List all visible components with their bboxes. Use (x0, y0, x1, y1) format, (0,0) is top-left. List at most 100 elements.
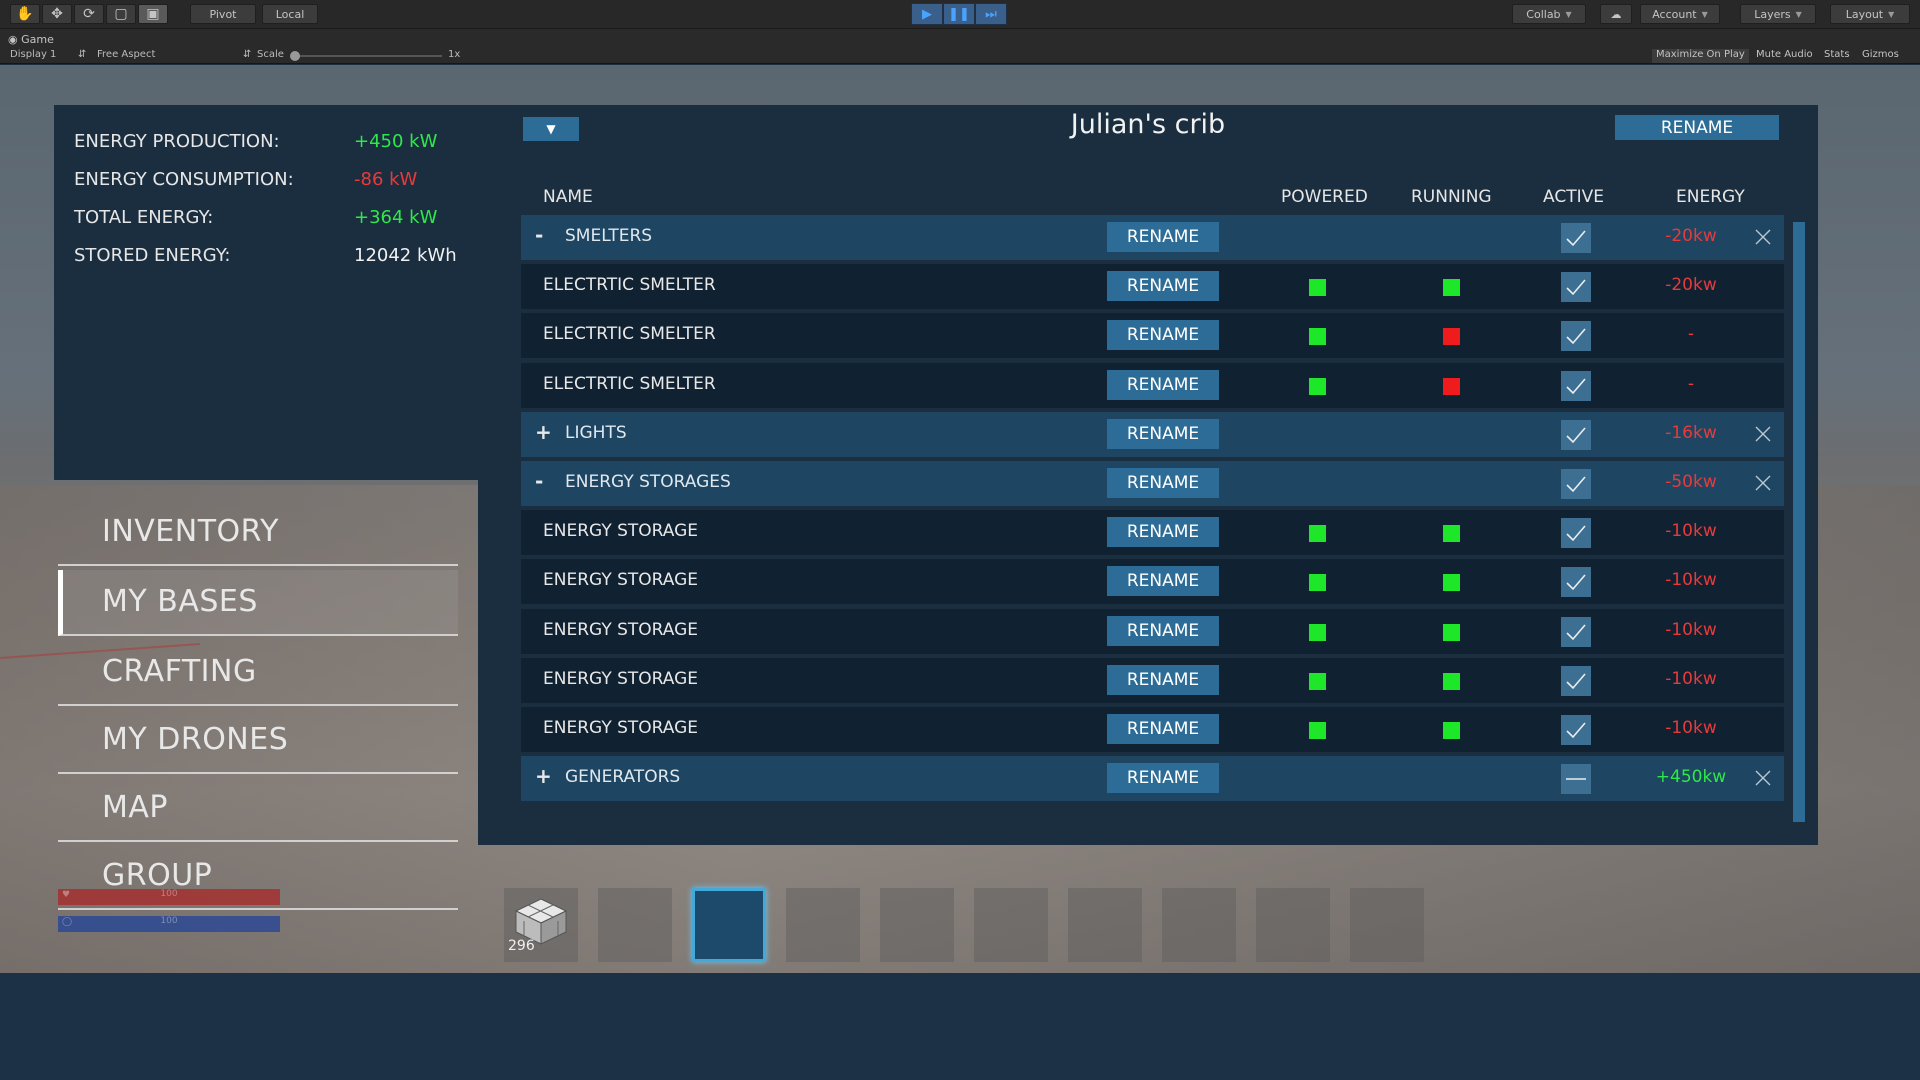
row-name: ELECTRTIC SMELTER (543, 275, 716, 295)
remove-group-icon[interactable] (1753, 227, 1773, 247)
remove-group-icon[interactable] (1753, 473, 1773, 493)
rename-button[interactable]: RENAME (1107, 468, 1219, 498)
checkmark-icon (1566, 328, 1586, 345)
active-checkbox[interactable] (1561, 371, 1591, 401)
rename-button[interactable]: RENAME (1107, 320, 1219, 350)
active-checkbox[interactable] (1561, 420, 1591, 450)
checkmark-icon (1566, 378, 1586, 395)
powered-indicator (1309, 525, 1326, 542)
rename-button[interactable]: RENAME (1107, 665, 1219, 695)
maximize-on-play-toggle[interactable]: Maximize On Play (1652, 49, 1749, 63)
mute-audio-toggle[interactable]: Mute Audio (1752, 49, 1817, 63)
step-button-icon[interactable]: ⏭ (975, 3, 1007, 25)
scale-slider[interactable] (292, 55, 442, 57)
remove-group-icon[interactable] (1753, 768, 1773, 788)
collapse-icon[interactable]: - (535, 469, 543, 493)
active-checkbox[interactable] (1561, 567, 1591, 597)
menu-item-inventory[interactable]: INVENTORY (58, 500, 458, 566)
rename-button[interactable]: RENAME (1107, 566, 1219, 596)
hotbar-slot[interactable] (1068, 888, 1142, 962)
hand-tool-icon[interactable]: ✋ (10, 4, 40, 24)
active-checkbox[interactable] (1561, 272, 1591, 302)
game-view-header: ◉ Game Display 1 ⇵ Free Aspect ⇵ Scale 1… (0, 30, 1920, 64)
menu-item-label: CRAFTING (102, 654, 257, 689)
active-checkbox[interactable] (1561, 764, 1591, 794)
rename-button[interactable]: RENAME (1107, 763, 1219, 793)
gizmos-dropdown[interactable]: Gizmos (1858, 49, 1903, 63)
checkmark-icon (1566, 427, 1586, 444)
energy-label: ENERGY CONSUMPTION: (74, 169, 294, 190)
scale-slider-handle[interactable] (290, 51, 300, 61)
move-tool-icon[interactable]: ✥ (42, 4, 72, 24)
rename-button[interactable]: RENAME (1107, 419, 1219, 449)
menu-item-crafting[interactable]: CRAFTING (58, 640, 458, 706)
hotbar-slot[interactable] (1162, 888, 1236, 962)
cloud-button-icon[interactable]: ☁ (1600, 4, 1632, 24)
menu-item-my-drones[interactable]: MY DRONES (58, 708, 458, 774)
active-checkbox[interactable] (1561, 321, 1591, 351)
layout-dropdown[interactable]: Layout ▼ (1830, 4, 1910, 24)
layout-label: Layout (1845, 7, 1884, 21)
game-tab-label: Game (21, 33, 54, 46)
heart-icon: ♥ (62, 890, 71, 900)
hotbar-slot[interactable] (786, 888, 860, 962)
menu-item-my-bases[interactable]: MY BASES (58, 570, 458, 636)
remove-group-icon[interactable] (1753, 424, 1773, 444)
pause-button-icon[interactable]: ❚❚ (943, 3, 975, 25)
active-checkbox[interactable] (1561, 518, 1591, 548)
rotate-tool-icon[interactable]: ⟳ (74, 4, 104, 24)
collab-button[interactable]: Collab ▼ (1512, 4, 1586, 24)
checkmark-icon (1566, 476, 1586, 493)
stats-toggle[interactable]: Stats (1820, 49, 1854, 63)
health-value: 100 (160, 889, 178, 899)
list-scrollbar[interactable] (1793, 222, 1805, 822)
display-dropdown[interactable]: Display 1 (10, 49, 56, 60)
shield-icon: ◯ (62, 917, 73, 927)
rename-button[interactable]: RENAME (1107, 222, 1219, 252)
powered-indicator (1309, 624, 1326, 641)
row-name: LIGHTS (565, 423, 627, 443)
rename-button[interactable]: RENAME (1107, 714, 1219, 744)
hotbar-slot[interactable] (1256, 888, 1330, 962)
account-dropdown[interactable]: Account ▼ (1640, 4, 1720, 24)
hotbar-slot[interactable]: 296 (504, 888, 578, 962)
expand-icon[interactable]: + (535, 764, 552, 788)
rect-tool-icon[interactable]: ▣ (138, 4, 168, 24)
active-checkbox[interactable] (1561, 617, 1591, 647)
rename-button[interactable]: RENAME (1107, 271, 1219, 301)
collapse-icon[interactable]: - (535, 223, 543, 247)
energy-value: -20kw (1665, 275, 1717, 295)
hotbar-slot[interactable] (692, 888, 766, 962)
energy-value: - (1687, 324, 1695, 344)
rename-button[interactable]: RENAME (1107, 616, 1219, 646)
aspect-dropdown[interactable]: Free Aspect (97, 49, 155, 60)
scale-tool-icon[interactable]: ▢ (106, 4, 136, 24)
rename-button[interactable]: RENAME (1107, 370, 1219, 400)
active-checkbox[interactable] (1561, 223, 1591, 253)
column-header-powered: POWERED (1281, 187, 1368, 207)
active-checkbox[interactable] (1561, 715, 1591, 745)
energy-value: -10kw (1665, 718, 1717, 738)
checkmark-icon (1566, 624, 1586, 641)
energy-value: -10kw (1665, 620, 1717, 640)
hotbar-slot[interactable] (880, 888, 954, 962)
hotbar-slot[interactable] (598, 888, 672, 962)
active-checkbox[interactable] (1561, 469, 1591, 499)
expand-icon[interactable]: + (535, 420, 552, 444)
rename-button[interactable]: RENAME (1107, 517, 1219, 547)
hotbar-slot[interactable] (974, 888, 1048, 962)
local-button[interactable]: Local (262, 4, 318, 24)
device-row: ELECTRTIC SMELTER RENAME - (521, 313, 1784, 358)
layers-dropdown[interactable]: Layers ▼ (1740, 4, 1816, 24)
pivot-button[interactable]: Pivot (190, 4, 256, 24)
rename-base-button[interactable]: RENAME (1615, 115, 1779, 140)
menu-item-map[interactable]: MAP (58, 776, 458, 842)
active-checkbox[interactable] (1561, 666, 1591, 696)
energy-value: +364 kW (354, 207, 438, 228)
energy-value: +450kw (1655, 767, 1727, 787)
game-tab[interactable]: ◉ Game (8, 33, 54, 46)
play-button-icon[interactable]: ▶ (911, 3, 943, 25)
hotbar-slot[interactable] (1350, 888, 1424, 962)
chevron-down-icon: ⇵ (243, 49, 252, 60)
row-name: ENERGY STORAGE (543, 669, 699, 689)
